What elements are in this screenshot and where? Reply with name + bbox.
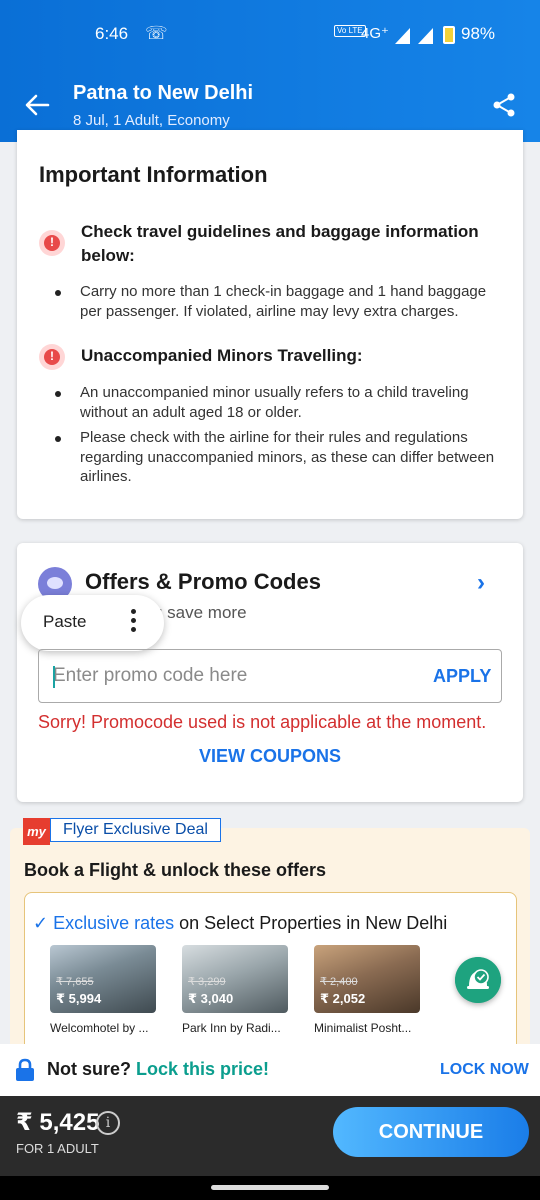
chevron-right-icon[interactable]: › [477,569,485,597]
important-info-card: Important Information ! Check travel gui… [17,130,523,519]
signal-icon [418,28,433,44]
hotel-image: ₹ 2,400 ₹ 2,052 [314,945,420,1013]
hotel-offers-title: ✓ Exclusive rates on Select Properties i… [33,913,447,934]
hotel-image: ₹ 3,299 ₹ 3,040 [182,945,288,1013]
lock-icon [16,1058,34,1081]
hotel-name: Welcomhotel by ... [50,1021,149,1035]
hotel-old-price: ₹ 7,655 [56,976,94,988]
check-icon: ✓ [33,913,49,933]
continue-button[interactable]: CONTINUE [333,1107,529,1157]
share-icon[interactable] [491,92,517,118]
view-coupons-button[interactable]: VIEW COUPONS [17,746,523,767]
baggage-section-title: Check travel guidelines and baggage info… [81,222,479,265]
lock-price-link[interactable]: Lock this price! [136,1059,269,1079]
status-bar: 6:46 ☏ Vo LTE 4G⁺ 98% [0,22,540,48]
hotel-offers-box: ✓ Exclusive rates on Select Properties i… [24,892,517,1062]
battery-icon [443,26,455,44]
lock-question: Not sure? [47,1059,137,1079]
network-type: 4G⁺ [361,25,389,42]
hotel-old-price: ₹ 2,400 [320,976,358,988]
lock-price-text: Not sure? Lock this price! [47,1059,269,1080]
status-time: 6:46 [95,24,129,43]
promo-error-message: Sorry! Promocode used is not applicable … [38,712,487,732]
page-title: Patna to New Delhi [73,82,254,104]
total-price: ₹ 5,425 [16,1109,100,1136]
lock-price-bar: Not sure? Lock this price! LOCK NOW [0,1044,540,1096]
important-info-heading: Important Information [39,162,268,187]
home-gesture-handle[interactable] [211,1185,329,1190]
brand-logo: my [23,818,50,845]
flyer-deal-section: my Flyer Exclusive Deal Book a Flight & … [0,818,540,1062]
offers-subtitle: u save more [153,603,247,622]
hotel-price: ₹ 5,994 [56,991,102,1006]
paste-button[interactable]: Paste [43,612,86,632]
hotel-name: Park Inn by Radi... [182,1021,281,1035]
hotel-name: Minimalist Posht... [314,1021,412,1035]
hotel-image: ₹ 7,655 ₹ 5,994 [50,945,156,1013]
apply-button[interactable]: APPLY [433,666,491,687]
hotel-old-price: ₹ 3,299 [188,976,226,988]
lock-now-button[interactable]: LOCK NOW [440,1061,529,1079]
booking-footer: ₹ 5,425 i FOR 1 ADULT CONTINUE [0,1096,540,1176]
hotel-offers-text: on Select Properties in New Delhi [174,913,448,933]
missed-call-icon: ☏ [145,23,168,43]
paste-popup: Paste [21,595,164,651]
alert-icon: ! [39,344,65,370]
hotel-price: ₹ 2,052 [320,991,366,1006]
more-options-icon[interactable] [131,609,137,633]
price-basis: FOR 1 ADULT [16,1141,99,1156]
battery-percent: 98% [461,24,496,43]
offers-title[interactable]: Offers & Promo Codes [85,569,321,595]
system-nav-bar [0,1176,540,1200]
trip-summary: 8 Jul, 1 Adult, Economy [73,112,230,129]
flyer-badge: Flyer Exclusive Deal [50,818,221,842]
text-cursor [53,666,55,688]
signal-icon [395,28,410,44]
promo-code-input[interactable] [53,662,413,690]
flyer-heading: Book a Flight & unlock these offers [24,860,327,880]
exclusive-rates-link[interactable]: Exclusive rates [53,913,174,933]
alert-icon: ! [39,230,65,256]
offers-card: Offers & Promo Codes u save more › Paste… [17,543,523,802]
back-arrow-icon[interactable] [24,92,50,118]
info-icon[interactable]: i [96,1111,120,1135]
hotel-price: ₹ 3,040 [188,991,234,1006]
app-header: 6:46 ☏ Vo LTE 4G⁺ 98% Patna to New Delhi… [0,0,540,142]
promo-code-field[interactable]: APPLY [38,649,502,703]
price-alert-icon[interactable] [455,957,501,1003]
minors-section-title: Unaccompanied Minors Travelling: [81,346,363,365]
